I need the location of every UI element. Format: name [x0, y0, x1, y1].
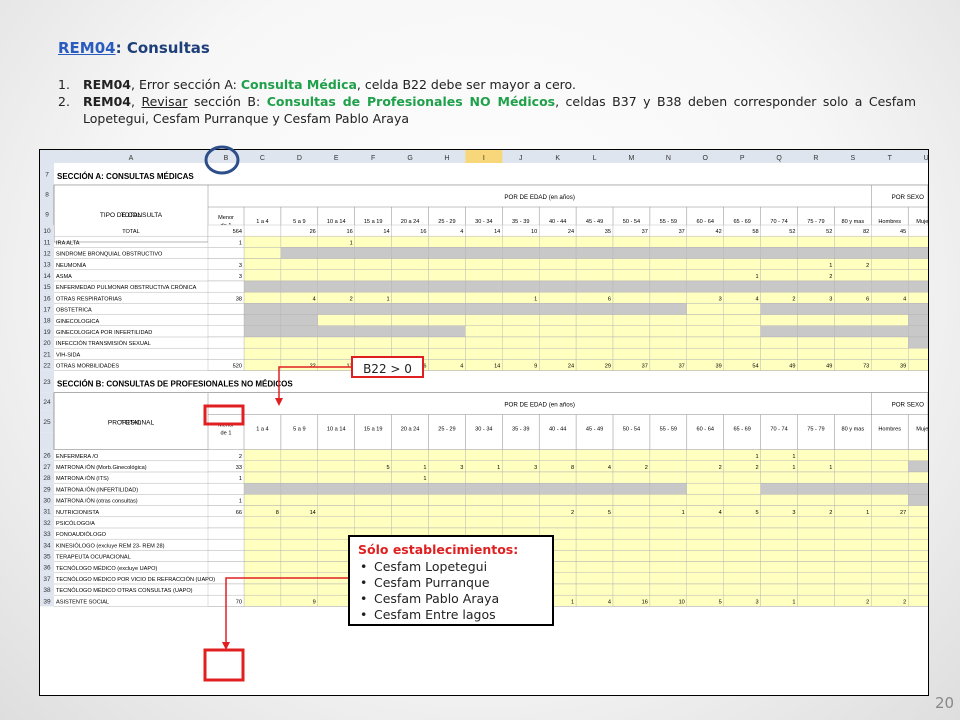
column-b-circle: [204, 145, 240, 175]
arrow-b37: [225, 577, 348, 648]
cells-b37-b38-highlight: [203, 648, 245, 682]
cell-b22-highlight: [203, 404, 245, 426]
callout-heading: Sólo establecimientos:: [358, 542, 519, 557]
establishment-list: Cesfam Lopetegui Cesfam Purranque Cesfam…: [358, 559, 544, 623]
page-number: 20: [935, 694, 955, 712]
b22-callout: B22 > 0: [351, 356, 424, 378]
list-item: Cesfam Purranque: [358, 575, 544, 591]
list-item: Cesfam Pablo Araya: [358, 591, 544, 607]
arrow-head-icon: [275, 398, 283, 406]
list-item: Cesfam Entre lagos: [358, 607, 544, 623]
arrow-b22: [278, 366, 351, 404]
establishments-callout: Sólo establecimientos: Cesfam Lopetegui …: [348, 535, 554, 626]
list-item: Cesfam Lopetegui: [358, 559, 544, 575]
